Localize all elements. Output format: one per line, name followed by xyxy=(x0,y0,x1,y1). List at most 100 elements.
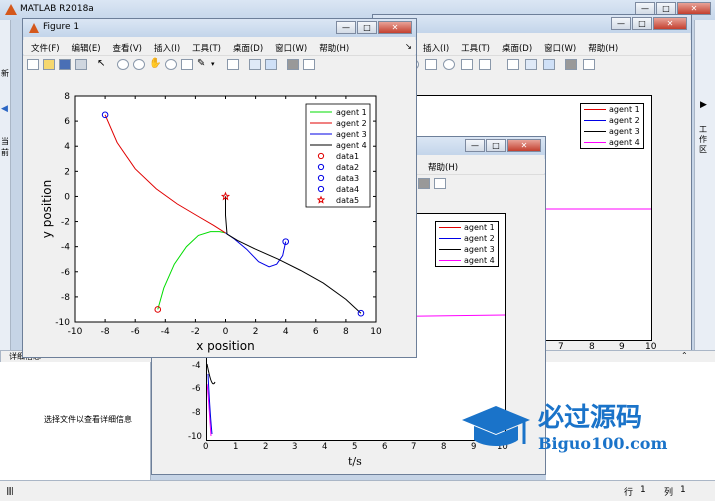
side-panel-arrow-icon[interactable]: ▶ xyxy=(700,100,707,110)
bg-legend-item: agent 1 xyxy=(581,104,643,115)
menu-insert[interactable]: 插入(I) xyxy=(148,40,186,54)
bg-menu-window[interactable]: 窗口(W) xyxy=(538,40,582,54)
menu-help[interactable]: 帮助(H) xyxy=(313,40,355,54)
link-plot-icon[interactable] xyxy=(227,59,239,70)
figure1-title: Figure 1 xyxy=(43,22,80,32)
mid-maximize-button[interactable]: □ xyxy=(486,139,506,152)
workspace-side-tab[interactable]: 工作区 xyxy=(699,125,710,155)
bg-pan-icon[interactable] xyxy=(425,59,437,70)
mid-xtick-label: 8 xyxy=(441,442,447,452)
x-axis-label: x position xyxy=(196,339,254,353)
open-file-icon[interactable] xyxy=(43,59,55,70)
bg-legend-label: agent 4 xyxy=(609,138,640,147)
mid-menu-help[interactable]: 帮助(H) xyxy=(422,159,464,173)
matlab-logo-icon xyxy=(5,4,17,15)
menu-file[interactable]: 文件(F) xyxy=(25,40,66,54)
x-tick-label: -6 xyxy=(131,327,140,337)
data-cursor-icon[interactable] xyxy=(181,59,193,70)
bg-dock-icon[interactable] xyxy=(583,59,595,70)
save-icon[interactable] xyxy=(59,59,71,70)
menu-view[interactable]: 查看(V) xyxy=(107,40,148,54)
watermark: 必过源码 Biguo100.com xyxy=(460,404,667,456)
brush-dropdown-icon[interactable]: ▾ xyxy=(211,59,223,70)
legend-label: agent 1 xyxy=(336,108,367,117)
x-tick-label: 2 xyxy=(253,327,259,337)
zoom-out-icon[interactable] xyxy=(133,59,145,70)
mid-dock-icon[interactable] xyxy=(434,178,446,189)
rotate-3d-icon[interactable] xyxy=(165,59,177,70)
legend-label: data2 xyxy=(336,163,359,172)
bg-legend: agent 1 agent 2 agent 3 agent 4 xyxy=(580,103,644,149)
bg-brush-icon[interactable] xyxy=(479,59,491,70)
mid-close-button[interactable]: ✕ xyxy=(507,139,541,152)
hide-plot-tools-icon[interactable] xyxy=(287,59,299,70)
left-current-tab[interactable]: 当前 xyxy=(1,136,10,158)
bg-rotate-icon[interactable] xyxy=(443,59,455,70)
status-col-value: 1 xyxy=(680,485,686,495)
bg-minimize-button[interactable]: — xyxy=(611,17,631,30)
zoom-in-icon[interactable] xyxy=(117,59,129,70)
bg-close-button[interactable]: ✕ xyxy=(653,17,687,30)
y-tick-label: -4 xyxy=(61,243,70,253)
bg-figure-toolbar xyxy=(373,55,691,75)
colorbar-icon[interactable] xyxy=(249,59,261,70)
x-tick-label: 10 xyxy=(370,327,382,337)
legend-icon[interactable] xyxy=(265,59,277,70)
menu-window[interactable]: 窗口(W) xyxy=(269,40,313,54)
mid-hide-tools-icon[interactable] xyxy=(418,178,430,189)
bg-colorbar-icon[interactable] xyxy=(525,59,537,70)
x-tick-label: 0 xyxy=(223,327,229,337)
mid-legend-item: agent 4 xyxy=(436,255,498,266)
mid-legend-item: agent 3 xyxy=(436,244,498,255)
y-tick-label: -10 xyxy=(55,318,70,328)
brush-icon[interactable]: ✎ xyxy=(197,59,209,70)
figure1-menubar: 文件(F) 编辑(E) 查看(V) 插入(I) 工具(T) 桌面(D) 窗口(W… xyxy=(23,40,416,54)
legend-label: data4 xyxy=(336,185,359,194)
new-figure-icon[interactable] xyxy=(27,59,39,70)
figure1-maximize-button[interactable]: □ xyxy=(357,21,377,34)
detail-panel-collapse-icon[interactable]: ⌃ xyxy=(681,351,688,360)
edit-plot-arrow-icon[interactable]: ↖ xyxy=(97,59,109,70)
y-axis-label: y position xyxy=(40,180,54,238)
legend-label: data5 xyxy=(336,196,359,205)
mid-legend-item: agent 2 xyxy=(436,233,498,244)
print-icon[interactable] xyxy=(75,59,87,70)
mid-minimize-button[interactable]: — xyxy=(465,139,485,152)
y-tick-label: -6 xyxy=(61,268,70,278)
menubar-dock-arrow-icon[interactable]: ↘ xyxy=(399,40,416,54)
bg-legend-icon[interactable] xyxy=(543,59,555,70)
status-grip-icon: |||| xyxy=(6,486,14,495)
menu-desktop[interactable]: 桌面(D) xyxy=(227,40,269,54)
mid-legend-label: agent 1 xyxy=(464,223,495,232)
bg-datatip-icon[interactable] xyxy=(461,59,473,70)
status-row-value: 1 xyxy=(640,485,646,495)
app-title: MATLAB R2018a xyxy=(20,4,94,14)
mid-xtick-label: 3 xyxy=(292,442,298,452)
bg-menu-desktop[interactable]: 桌面(D) xyxy=(496,40,538,54)
watermark-en: Biguo100.com xyxy=(538,434,668,453)
bg-menu-tools[interactable]: 工具(T) xyxy=(455,40,496,54)
figure1-minimize-button[interactable]: — xyxy=(336,21,356,34)
menu-tools[interactable]: 工具(T) xyxy=(186,40,227,54)
bg-hide-tools-icon[interactable] xyxy=(565,59,577,70)
x-tick-label: 8 xyxy=(343,327,349,337)
status-row-label: 行 xyxy=(624,488,634,498)
y-tick-label: 0 xyxy=(64,192,70,202)
y-tick-label: 4 xyxy=(64,142,70,152)
bg-link-icon[interactable] xyxy=(507,59,519,70)
figure1-close-button[interactable]: ✕ xyxy=(378,21,412,34)
menu-edit[interactable]: 编辑(E) xyxy=(66,40,107,54)
bg-maximize-button[interactable]: □ xyxy=(632,17,652,30)
pan-hand-icon[interactable]: ✋ xyxy=(149,59,161,70)
left-new-label: 新 xyxy=(1,69,9,78)
mid-xtick-label: 5 xyxy=(352,442,358,452)
bg-figure-menubar: 插入(I) 工具(T) 桌面(D) 窗口(W) 帮助(H) xyxy=(373,40,691,54)
show-plot-tools-icon[interactable] xyxy=(303,59,315,70)
left-back-icon[interactable]: ◀ xyxy=(1,104,8,114)
bg-menu-insert[interactable]: 插入(I) xyxy=(417,40,455,54)
mid-ytick-label: -6 xyxy=(192,384,201,394)
figure1-window: Figure 1 — □ ✕ 文件(F) 编辑(E) 查看(V) 插入(I) 工… xyxy=(22,18,417,358)
workspace-side-panel: ▶ 工作区 xyxy=(694,20,715,360)
bg-menu-help[interactable]: 帮助(H) xyxy=(582,40,624,54)
bg-legend-label: agent 2 xyxy=(609,116,640,125)
